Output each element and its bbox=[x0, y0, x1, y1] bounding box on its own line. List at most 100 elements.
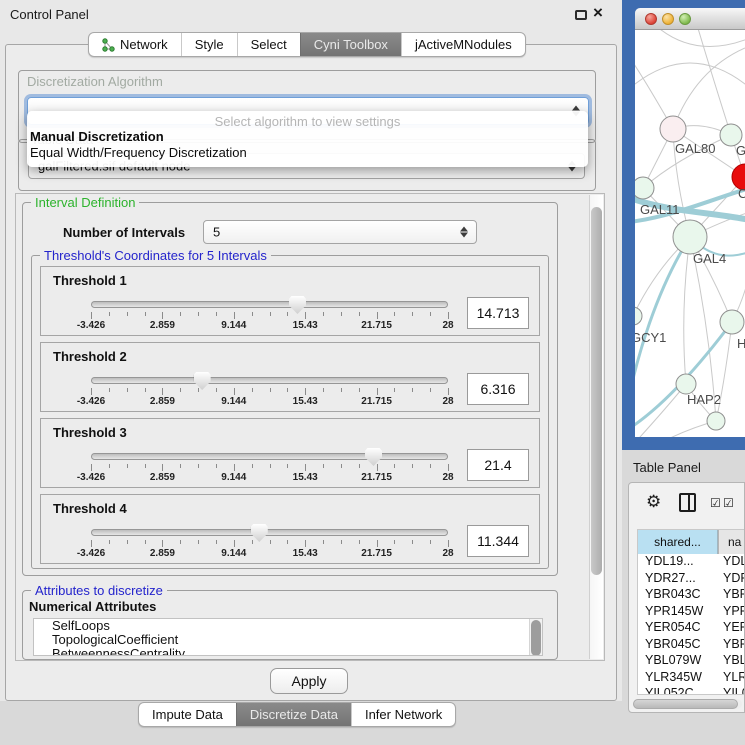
split-columns-icon[interactable] bbox=[679, 493, 696, 512]
network-node[interactable] bbox=[720, 310, 744, 334]
tick-mark bbox=[412, 388, 413, 392]
table-cell[interactable]: YDR2 bbox=[718, 571, 744, 588]
tab-discretize-data[interactable]: Discretize Data bbox=[236, 703, 351, 726]
mac-minimize-icon[interactable] bbox=[662, 13, 674, 25]
algorithm-option[interactable]: Manual Discretization bbox=[27, 129, 588, 145]
table-cell[interactable]: YBR043C bbox=[638, 587, 718, 604]
table-cell[interactable]: YER054C bbox=[638, 620, 718, 637]
tick-mark bbox=[448, 388, 449, 395]
thresholds-group: Threshold's Coordinates for 5 Intervals … bbox=[31, 255, 549, 569]
slider-thumb[interactable] bbox=[194, 372, 211, 390]
network-node[interactable] bbox=[676, 374, 696, 394]
network-node[interactable] bbox=[635, 307, 642, 325]
table-cell[interactable]: YDR27... bbox=[638, 571, 718, 588]
panel-scrollbar[interactable] bbox=[589, 195, 603, 659]
tick-mark bbox=[323, 312, 324, 316]
tick-mark bbox=[448, 312, 449, 319]
scale-label: 15.43 bbox=[293, 320, 318, 331]
column-header[interactable]: shared... bbox=[638, 530, 718, 554]
table-row[interactable]: YPR145WYPR1 bbox=[638, 604, 744, 621]
apply-button[interactable]: Apply bbox=[270, 668, 348, 694]
tick-mark bbox=[287, 312, 288, 316]
table-row[interactable]: YBR045CYBR0 bbox=[638, 637, 744, 654]
algorithm-options: Manual DiscretizationEqual Width/Frequen… bbox=[27, 129, 588, 161]
algorithm-option[interactable]: Equal Width/Frequency Discretization bbox=[27, 145, 588, 161]
float-icon[interactable] bbox=[575, 10, 587, 20]
table-cell[interactable]: YBR0 bbox=[718, 637, 744, 654]
table-cell[interactable]: YDL19... bbox=[638, 554, 718, 571]
tick-mark bbox=[448, 464, 449, 471]
tab-select[interactable]: Select bbox=[237, 33, 300, 56]
tick-mark bbox=[252, 312, 253, 316]
attributes-scrollbar[interactable] bbox=[529, 619, 542, 655]
tab-style[interactable]: Style bbox=[181, 33, 237, 56]
checkbox-icon[interactable]: ☑ bbox=[710, 496, 721, 510]
table-cell[interactable]: YLR3 bbox=[718, 670, 744, 687]
mac-close-icon[interactable] bbox=[645, 13, 657, 25]
slider-thumb[interactable] bbox=[365, 448, 382, 466]
attribute-item[interactable]: SelfLoops bbox=[34, 619, 542, 633]
table-row[interactable]: YDL19...YDL1 bbox=[638, 554, 744, 571]
tick-mark bbox=[180, 312, 181, 316]
table-row[interactable]: YBR043CYBR0 bbox=[638, 587, 744, 604]
table-row[interactable]: YLR345WYLR3 bbox=[638, 670, 744, 687]
checkbox-icon[interactable]: ☑ bbox=[723, 496, 734, 510]
network-node[interactable] bbox=[707, 412, 725, 430]
threshold-value-field[interactable]: 21.4 bbox=[467, 449, 529, 481]
network-node[interactable] bbox=[660, 116, 686, 142]
table-row[interactable]: YBL079WYBL0 bbox=[638, 653, 744, 670]
table-cell[interactable]: YBR045C bbox=[638, 637, 718, 654]
tick-mark bbox=[341, 388, 342, 392]
table-row[interactable]: YDR27...YDR2 bbox=[638, 571, 744, 588]
threshold-value-field[interactable]: 11.344 bbox=[467, 525, 529, 557]
slider-track[interactable] bbox=[91, 301, 448, 308]
tab-jactivemnodules[interactable]: jActiveMNodules bbox=[401, 33, 525, 56]
attribute-item[interactable]: TopologicalCoefficient bbox=[34, 633, 542, 647]
tick-mark bbox=[359, 388, 360, 392]
number-of-intervals-combobox[interactable]: 5 bbox=[203, 220, 477, 244]
tick-mark bbox=[198, 540, 199, 544]
gear-icon[interactable]: ⚙ bbox=[646, 492, 661, 512]
network-node[interactable] bbox=[635, 177, 654, 199]
table-cell[interactable]: YPR145W bbox=[638, 604, 718, 621]
table-cell[interactable]: YPR1 bbox=[718, 604, 744, 621]
tick-mark bbox=[323, 540, 324, 544]
tick-mark bbox=[180, 540, 181, 544]
scale-label: 28 bbox=[442, 396, 453, 407]
tab-impute-data[interactable]: Impute Data bbox=[139, 703, 236, 726]
tick-mark bbox=[270, 388, 271, 392]
table-cell[interactable]: YLR345W bbox=[638, 670, 718, 687]
attribute-item[interactable]: BetweennessCentrality bbox=[34, 647, 542, 656]
scale-label: -3.426 bbox=[77, 320, 105, 331]
slider-thumb[interactable] bbox=[289, 296, 306, 314]
table-cell[interactable]: YBR0 bbox=[718, 587, 744, 604]
column-header[interactable]: na bbox=[718, 530, 744, 554]
table-cell[interactable]: YBL0 bbox=[718, 653, 744, 670]
table-cell[interactable]: YIL052C bbox=[638, 686, 718, 695]
network-node[interactable] bbox=[673, 220, 707, 254]
mac-zoom-icon[interactable] bbox=[679, 13, 691, 25]
tab-label: Infer Network bbox=[365, 707, 442, 722]
threshold-value-field[interactable]: 14.713 bbox=[467, 297, 529, 329]
table-row[interactable]: YER054CYER0 bbox=[638, 620, 744, 637]
table-cell[interactable]: YDL1 bbox=[718, 554, 744, 571]
tab-network[interactable]: Network bbox=[89, 33, 181, 56]
tick-mark bbox=[394, 388, 395, 392]
slider-thumb[interactable] bbox=[251, 524, 268, 542]
tick-mark bbox=[91, 464, 92, 471]
table-cell[interactable]: YIL0 bbox=[718, 686, 744, 695]
tick-mark bbox=[145, 312, 146, 316]
network-canvas[interactable]: GAL80GACGAL11GAL4GCY1HHAP2 bbox=[635, 30, 745, 437]
table-cell[interactable]: YBL079W bbox=[638, 653, 718, 670]
tab-cyni-toolbox[interactable]: Cyni Toolbox bbox=[300, 33, 401, 56]
slider-track[interactable] bbox=[91, 377, 448, 384]
table-cell[interactable]: YER0 bbox=[718, 620, 744, 637]
table-horizontal-scrollbar[interactable] bbox=[633, 699, 742, 709]
threshold-value-field[interactable]: 6.316 bbox=[467, 373, 529, 405]
table-row[interactable]: YIL052CYIL0 bbox=[638, 686, 744, 695]
scale-label: 9.144 bbox=[221, 396, 246, 407]
slider-track[interactable] bbox=[91, 529, 448, 536]
tab-infer-network[interactable]: Infer Network bbox=[351, 703, 455, 726]
close-icon[interactable]: × bbox=[593, 3, 603, 23]
slider-track[interactable] bbox=[91, 453, 448, 460]
